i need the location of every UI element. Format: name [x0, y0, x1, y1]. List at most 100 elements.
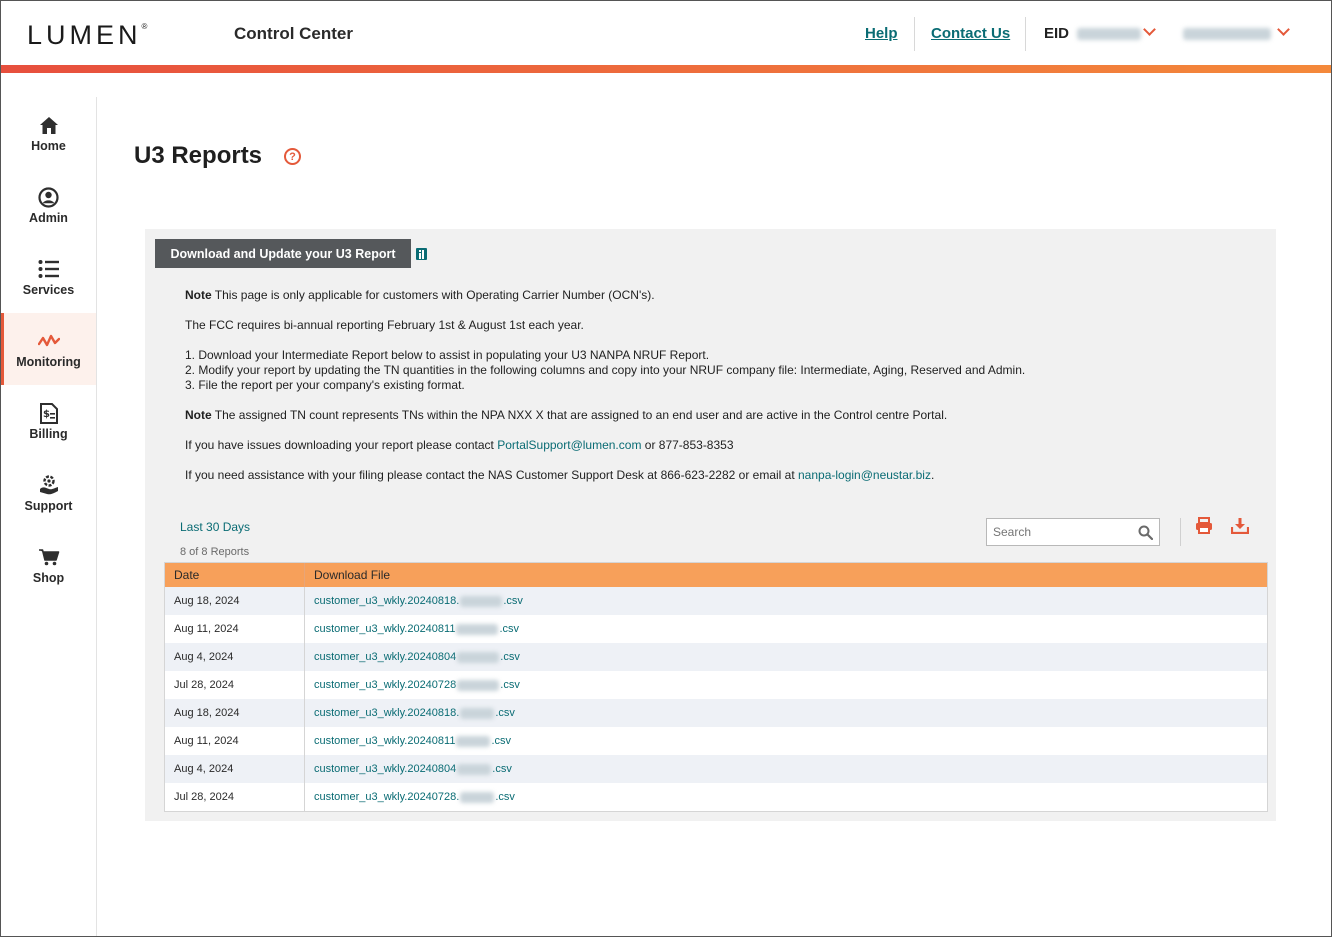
- top-header: LUMEN® Control Center Help Contact Us EI…: [1, 1, 1331, 65]
- toolbar-divider: [1180, 518, 1181, 546]
- file-id-redacted: [457, 679, 500, 691]
- username-redacted[interactable]: [1183, 28, 1271, 40]
- punctuation: .: [930, 468, 935, 482]
- chevron-down-icon[interactable]: [1277, 23, 1290, 36]
- chevron-down-icon[interactable]: [1143, 23, 1156, 36]
- download-file-link[interactable]: customer_u3_wkly.20240811 .csv: [305, 615, 1267, 643]
- svg-text:$: $: [43, 409, 50, 420]
- table-row: Aug 4, 2024 customer_u3_wkly.20240804 .csv: [165, 755, 1267, 783]
- fcc-text: The FCC requires bi-annual reporting Feb…: [185, 318, 584, 332]
- download-icon[interactable]: [1231, 517, 1249, 534]
- reports-table: Date Download File Aug 18, 2024 customer_…: [164, 562, 1268, 812]
- sidebar-item-support[interactable]: Support: [1, 457, 96, 529]
- sidebar-item-label: Monitoring: [16, 355, 81, 369]
- sidebar-item-label: Support: [24, 499, 73, 513]
- file-id-redacted: [460, 707, 495, 719]
- help-icon[interactable]: ?: [284, 148, 301, 165]
- cell-date: Aug 18, 2024: [165, 699, 305, 727]
- bill-icon: $: [39, 402, 58, 424]
- file-id-redacted: [460, 791, 495, 803]
- cell-date: Aug 11, 2024: [165, 615, 305, 643]
- table-row: Aug 4, 2024 customer_u3_wkly.20240804 .csv: [165, 643, 1267, 671]
- lumen-logo[interactable]: LUMEN®: [27, 20, 147, 51]
- sidebar-item-billing[interactable]: $ Billing: [1, 385, 96, 457]
- u3-report-panel: Download and Update your U3 Report Note …: [145, 229, 1276, 821]
- sidebar-item-services[interactable]: Services: [1, 241, 96, 313]
- logo-text: LUMEN: [27, 20, 142, 50]
- sidebar-item-label: Billing: [29, 427, 68, 441]
- note-text: This page is only applicable for custome…: [211, 288, 655, 302]
- file-extension: .csv: [495, 791, 515, 803]
- file-name-prefix: customer_u3_wkly.20240811: [314, 623, 456, 635]
- search-input[interactable]: [987, 519, 1127, 545]
- file-extension: .csv: [500, 679, 520, 691]
- portal-support-email-link[interactable]: PortalSupport@lumen.com: [497, 438, 641, 452]
- pulse-icon: [37, 334, 60, 347]
- column-header-date[interactable]: Date: [165, 563, 305, 587]
- download-file-link[interactable]: customer_u3_wkly.20240811 .csv: [305, 727, 1267, 755]
- cell-date: Jul 28, 2024: [165, 783, 305, 811]
- sidebar-item-label: Home: [31, 139, 66, 153]
- cell-date: Aug 4, 2024: [165, 755, 305, 783]
- download-file-link[interactable]: customer_u3_wkly.20240728 .csv: [305, 671, 1267, 699]
- file-name-prefix: customer_u3_wkly.20240818.: [314, 707, 460, 719]
- support-phone: or 877-853-8353: [641, 438, 734, 452]
- sidebar-item-shop[interactable]: Shop: [1, 529, 96, 601]
- table-header: Date Download File: [165, 563, 1267, 587]
- file-extension: .csv: [499, 623, 520, 635]
- file-extension: .csv: [503, 595, 523, 607]
- header-divider: [914, 17, 915, 51]
- list-icon: [38, 260, 59, 278]
- nanpa-email-link[interactable]: nanpa-login@neustar.biz: [798, 468, 931, 482]
- search-box: [986, 518, 1160, 546]
- file-id-redacted: [457, 651, 500, 663]
- note-label: Note: [185, 288, 212, 302]
- file-extension: .csv: [492, 763, 512, 775]
- date-filter-link[interactable]: Last 30 Days: [180, 520, 250, 534]
- search-icon[interactable]: [1138, 525, 1153, 540]
- file-id-redacted: [457, 763, 492, 775]
- file-name-prefix: customer_u3_wkly.20240811: [314, 735, 456, 747]
- file-name-prefix: customer_u3_wkly.20240804: [314, 651, 457, 663]
- tab-download-update-report[interactable]: Download and Update your U3 Report: [155, 239, 411, 268]
- cart-icon: [38, 549, 59, 566]
- file-id-redacted: [460, 595, 503, 607]
- step-3: 3. File the report per your company's ex…: [185, 378, 465, 392]
- user-icon: [38, 186, 59, 208]
- sidebar-item-label: Admin: [29, 211, 68, 225]
- table-row: Aug 18, 2024 customer_u3_wkly.20240818. .c…: [165, 699, 1267, 727]
- download-file-link[interactable]: customer_u3_wkly.20240728. .csv: [305, 783, 1267, 811]
- download-file-link[interactable]: customer_u3_wkly.20240804 .csv: [305, 643, 1267, 671]
- step-2: 2. Modify your report by updating the TN…: [185, 363, 1026, 377]
- table-row: Jul 28, 2024 customer_u3_wkly.20240728. .c…: [165, 783, 1267, 811]
- sidebar-item-home[interactable]: Home: [1, 97, 96, 169]
- download-file-link[interactable]: customer_u3_wkly.20240818. .csv: [305, 587, 1267, 615]
- header-divider: [1025, 17, 1026, 51]
- file-id-redacted: [456, 735, 491, 747]
- help-link[interactable]: Help: [865, 25, 898, 42]
- sidebar-item-label: Services: [22, 283, 75, 297]
- cell-date: Jul 28, 2024: [165, 671, 305, 699]
- eid-label: EID: [1044, 25, 1070, 42]
- sidebar-item-monitoring[interactable]: Monitoring: [1, 313, 96, 385]
- note-text: The assigned TN count represents TNs wit…: [211, 408, 948, 422]
- step-1: 1. Download your Intermediate Report bel…: [185, 348, 710, 362]
- eid-selector[interactable]: EID: [1044, 25, 1142, 42]
- file-extension: .csv: [491, 735, 512, 747]
- app-title: Control Center: [234, 24, 353, 43]
- home-icon: [39, 116, 58, 134]
- table-row: Jul 28, 2024 customer_u3_wkly.20240728 .cs…: [165, 671, 1267, 699]
- cell-date: Aug 4, 2024: [165, 643, 305, 671]
- table-row: Aug 11, 2024 customer_u3_wkly.20240811 .cs…: [165, 727, 1267, 755]
- sidebar-item-admin[interactable]: Admin: [1, 169, 96, 241]
- info-bookmark-icon[interactable]: [416, 248, 427, 260]
- column-header-download-file[interactable]: Download File: [305, 563, 1267, 587]
- file-name-prefix: customer_u3_wkly.20240728.: [314, 791, 460, 803]
- print-icon[interactable]: [1195, 517, 1213, 534]
- cell-date: Aug 11, 2024: [165, 727, 305, 755]
- download-file-link[interactable]: customer_u3_wkly.20240818. .csv: [305, 699, 1267, 727]
- contact-us-link[interactable]: Contact Us: [931, 25, 1010, 42]
- file-id-redacted: [456, 623, 499, 635]
- download-file-link[interactable]: customer_u3_wkly.20240804 .csv: [305, 755, 1267, 783]
- file-extension: .csv: [495, 707, 515, 719]
